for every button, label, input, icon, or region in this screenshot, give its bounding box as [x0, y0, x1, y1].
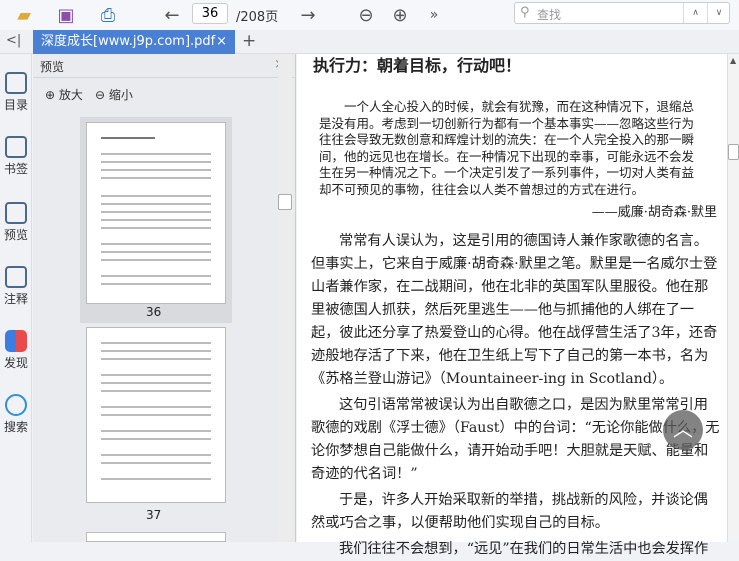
tab-close-button[interactable]: × — [216, 30, 227, 54]
apps-icon — [5, 330, 27, 352]
page-label-36: 36 — [146, 305, 162, 319]
page-number-input[interactable]: 36 — [192, 3, 228, 24]
prev-page-icon[interactable]: ← — [160, 4, 184, 26]
chevron-up-icon: ︿ — [673, 417, 693, 441]
search-box[interactable]: ⚲ 查找 ∧ ∨ — [514, 2, 730, 24]
page-thumbnail-38[interactable] — [86, 532, 226, 542]
page-thumbnail-36[interactable] — [86, 122, 226, 304]
document-scrollbar[interactable]: ▲ — [727, 54, 739, 542]
print-icon[interactable]: ⎙ — [96, 4, 120, 26]
preview-zoom-out-button[interactable]: ⊖ 缩小 — [95, 86, 133, 103]
sidebar-item-search[interactable]: 搜索 — [0, 394, 32, 435]
zoom-out-icon[interactable]: ⊖ — [354, 4, 378, 26]
open-folder-icon[interactable]: ▰ — [12, 4, 36, 26]
zoom-in-icon: ⊕ — [45, 88, 56, 102]
page-total: /208页 — [236, 10, 279, 25]
search-next-button[interactable]: ∨ — [707, 3, 730, 23]
sidebar: 目录 书签 预览 注释 发现 搜索 — [0, 54, 32, 542]
sidebar-item-preview[interactable]: 预览 — [0, 202, 32, 243]
collapse-sidebar-button[interactable]: <| — [6, 33, 21, 48]
pages-icon — [5, 202, 27, 224]
more-tools-button[interactable]: » — [422, 4, 446, 26]
preview-panel: 预览 × ⊕ 放大 ⊖ 缩小 36 37 — [33, 54, 296, 542]
zoom-out-icon: ⊖ — [95, 88, 106, 102]
body-paragraph: 这句引语常常被误认为出自歌德之口，是因为默里常常引用歌德的戏剧《浮士德》（Fau… — [311, 397, 720, 482]
sidebar-item-annotations[interactable]: 注释 — [0, 266, 32, 307]
sidebar-item-bookmarks[interactable]: 书签 — [0, 136, 32, 177]
search-input[interactable]: 查找 — [537, 6, 561, 23]
page-label-37: 37 — [146, 508, 162, 522]
save-icon[interactable]: ▣ — [54, 4, 78, 26]
sidebar-item-discover[interactable]: 发现 — [0, 330, 32, 371]
bookmark-icon — [5, 136, 27, 158]
preview-zoom-in-button[interactable]: ⊕ 放大 — [45, 86, 83, 103]
page-thumbnail-37[interactable] — [86, 327, 226, 503]
back-to-top-button[interactable]: ︿ — [663, 410, 703, 450]
zoom-in-icon[interactable]: ⊕ — [388, 4, 412, 26]
search-prev-button[interactable]: ∧ — [683, 3, 707, 23]
body-paragraph: 于是，许多人开始采取新的举措，挑战新的风险，并谈论偶然或巧合之事，以便帮助他们实… — [311, 492, 708, 531]
tab-document[interactable]: 深度成长[www.j9p.com].pdf × — [33, 30, 235, 54]
epigraph-attribution: ——威廉·胡奇森·默里 — [591, 205, 717, 220]
body-paragraph: 我们往往不会想到，“远见”在我们的日常生活中也会发挥作 — [339, 541, 709, 557]
scroll-up-icon[interactable]: ▲ — [730, 56, 736, 65]
annotation-icon — [5, 266, 27, 288]
sidebar-item-toc[interactable]: 目录 — [0, 72, 32, 113]
preview-scrollbar[interactable] — [278, 54, 292, 542]
body-paragraph: 常常有人误认为，这是引用的德国诗人兼作家歌德的名言。但事实上，它来自于威廉·胡奇… — [311, 233, 718, 387]
document-page: 执行力：朝着目标，行动吧！ 一个人全心投入的时候，就会有犹豫，而在这种情况下，退… — [297, 54, 727, 557]
preview-scrollbar-thumb[interactable] — [278, 194, 292, 210]
document-scrollbar-thumb[interactable] — [728, 144, 739, 160]
search-icon — [5, 394, 27, 416]
epigraph-quote: 一个人全心投入的时候，就会有犹豫，而在这种情况下，退缩总是没有用。考虑到一切创新… — [319, 99, 695, 197]
chapter-heading: 执行力：朝着目标，行动吧！ — [313, 56, 522, 75]
search-icon: ⚲ — [520, 5, 530, 20]
toolbar: ▰ ▣ ⎙ ← 36 /208页 → ⊖ ⊕ » ⚲ 查找 ∧ ∨ — [0, 0, 739, 30]
tab-title: 深度成长[www.j9p.com].pdf — [41, 34, 216, 49]
list-icon — [5, 72, 27, 94]
preview-title: 预览 — [40, 60, 65, 74]
new-tab-button[interactable]: + — [242, 31, 256, 51]
next-page-icon[interactable]: → — [296, 4, 320, 26]
